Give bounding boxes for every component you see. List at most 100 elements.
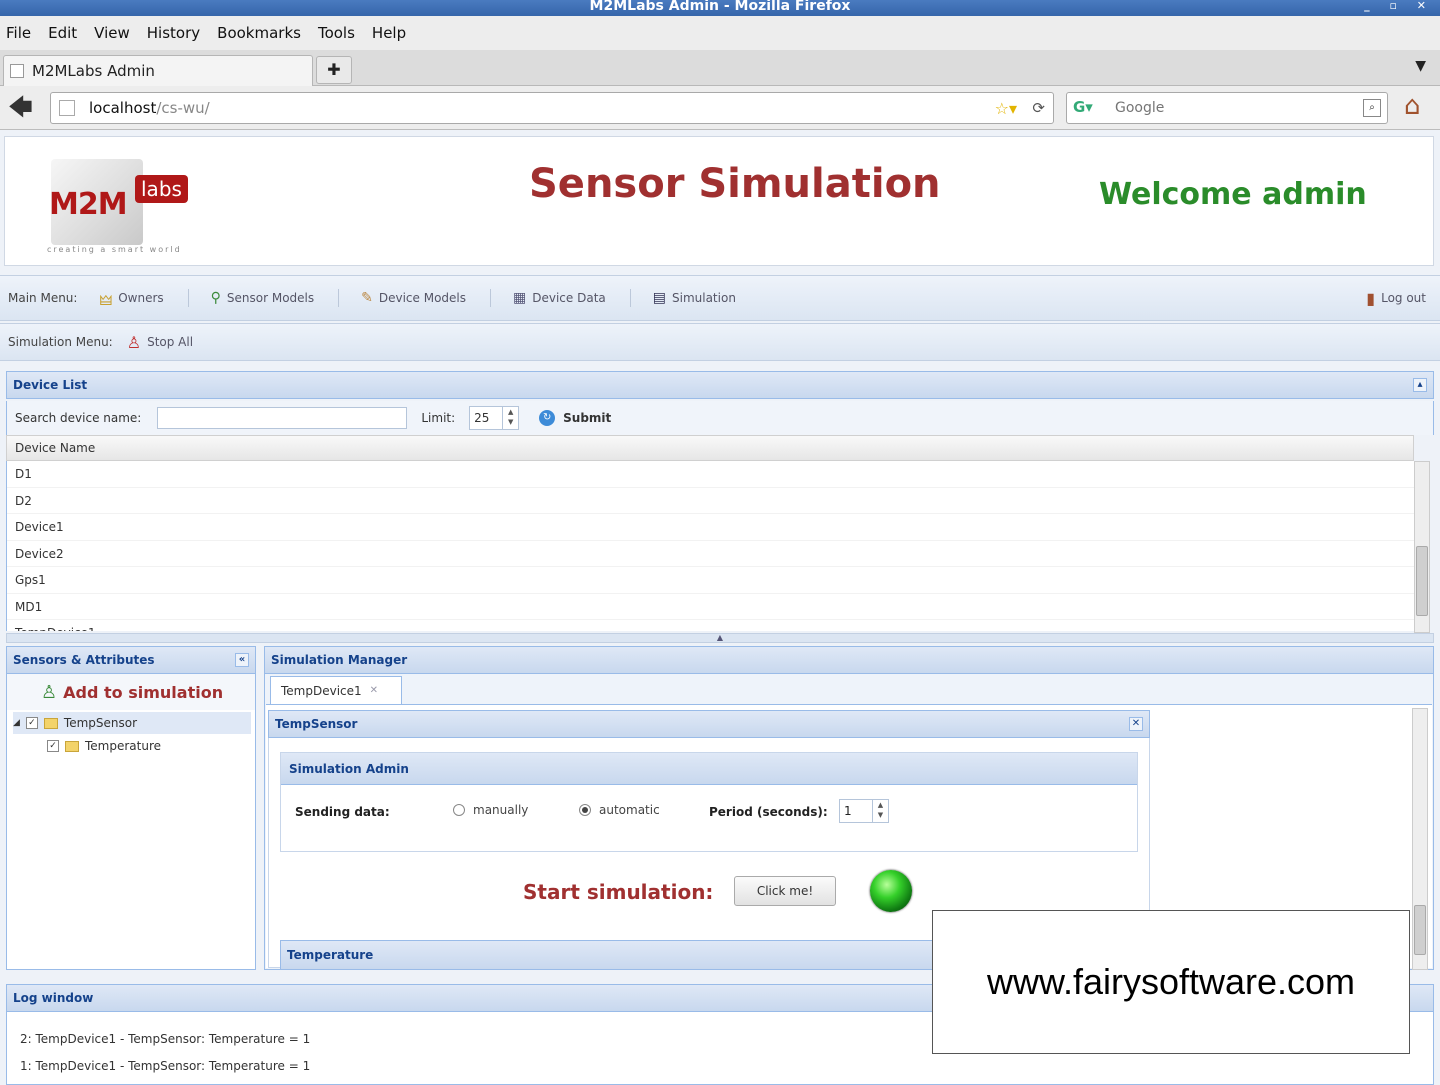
menu-help[interactable]: Help (372, 24, 406, 42)
reload-icon[interactable]: ⟳ (1032, 99, 1045, 117)
device-list-title: Device List (13, 378, 88, 392)
table-row[interactable]: TempDevice1 (7, 620, 1414, 631)
collapse-left-icon[interactable]: « (235, 653, 249, 667)
window-title: M2MLabs Admin - Mozilla Firefox (589, 0, 851, 14)
status-led-icon (870, 870, 912, 912)
table-row[interactable]: D1 (7, 461, 1414, 488)
bookmark-star-icon[interactable]: ☆▾ (995, 99, 1017, 118)
stepper-arrows-icon[interactable]: ▲ ▼ (502, 407, 518, 429)
tree-node-label: TempSensor (63, 716, 138, 730)
browser-tabbar: M2MLabs Admin ✚ ▼ (0, 50, 1440, 86)
sending-data-label: Sending data: (295, 805, 390, 819)
device-search-input[interactable] (157, 407, 408, 429)
radio-manually[interactable]: manually (453, 803, 528, 817)
split-handle[interactable]: ▲ (6, 633, 1434, 643)
device-search-toolbar: Search device name: Limit: 25 ▲ ▼ ↻ Submi… (6, 401, 1434, 435)
menu-simulation[interactable]: ▤ Simulation (653, 290, 736, 306)
window-controls[interactable]: _ ▫ ✕ (1364, 0, 1434, 12)
home-icon[interactable]: ⌂ (1404, 92, 1434, 122)
menu-view[interactable]: View (94, 24, 130, 42)
search-go-icon[interactable]: ⌕ (1363, 99, 1381, 117)
page-title: Sensor Simulation (529, 161, 941, 207)
logout-button[interactable]: ▮ Log out (1366, 276, 1426, 320)
sensors-panel-body: ♙ Add to simulation ◢ ✓ TempSensor ✓ Tem… (6, 674, 256, 970)
device-grid: D1 D2 Device1 Device2 Gps1 MD1 TempDevic… (6, 461, 1414, 631)
url-host: localhost (89, 99, 157, 117)
search-device-label: Search device name: (15, 411, 142, 425)
browser-navbar: 🡄 localhost /cs-wu/ ☆▾ ⟳ G▾ ⌕ ⌂ (0, 86, 1440, 130)
scrollbar-thumb[interactable] (1414, 905, 1426, 955)
tree-checkbox[interactable]: ✓ (25, 717, 38, 729)
simulation-scrollbar[interactable] (1412, 708, 1428, 970)
limit-stepper[interactable]: 25 ▲ ▼ (469, 406, 520, 430)
menu-edit[interactable]: Edit (48, 24, 77, 42)
welcome-text: Welcome admin (1099, 177, 1367, 212)
period-value: 1 (844, 804, 852, 818)
browser-tab[interactable]: M2MLabs Admin (3, 55, 313, 86)
search-engine-icon[interactable]: G▾ (1073, 98, 1097, 118)
device-grid-scrollbar[interactable] (1414, 461, 1430, 633)
m2mlabs-logo: M2M labs creating a smart world (43, 153, 203, 257)
period-stepper[interactable]: 1 ▲ ▼ (839, 799, 889, 823)
logout-icon: ▮ (1366, 288, 1376, 308)
sensor-icon: ⚲ (210, 290, 221, 306)
tree-checkbox[interactable]: ✓ (47, 740, 59, 752)
simulation-menu-label: Simulation Menu: (8, 335, 113, 349)
menu-owners[interactable]: 🜲 Owners (99, 284, 163, 313)
menu-device-data[interactable]: ▦ Device Data (513, 290, 606, 306)
stop-all-label: Stop All (147, 335, 194, 349)
device-model-icon: ✎ (361, 290, 373, 306)
stop-icon: ♙ (126, 332, 142, 352)
device-name-column-header[interactable]: Device Name (6, 435, 1414, 461)
tree-expand-icon[interactable]: ◢ (13, 718, 20, 728)
stepper-arrows-icon[interactable]: ▲ ▼ (872, 800, 888, 822)
folder-icon (65, 740, 79, 752)
table-row[interactable]: D2 (7, 488, 1414, 514)
simulation-menu-toolbar: Simulation Menu: ♙ Stop All (0, 323, 1440, 361)
main-menu-toolbar: Main Menu: 🜲 Owners ⚲ Sensor Models ✎ Devic… (0, 275, 1440, 321)
simulation-manager-title: Simulation Manager (271, 653, 408, 667)
stop-all-button[interactable]: ♙ Stop All (127, 333, 193, 352)
menu-sensor-models[interactable]: ⚲ Sensor Models (211, 290, 315, 306)
menu-device-models[interactable]: ✎ Device Models (361, 290, 466, 306)
tree-node-tempsensor[interactable]: ◢ ✓ TempSensor (13, 712, 251, 734)
submit-button[interactable]: ↻ Submit (539, 410, 611, 426)
table-row[interactable]: MD1 (7, 594, 1414, 620)
log-window-title: Log window (13, 991, 94, 1005)
radio-automatic-label: automatic (599, 803, 660, 817)
radio-button[interactable] (453, 804, 465, 816)
table-row[interactable]: Gps1 (7, 567, 1414, 594)
search-input[interactable] (1115, 100, 1355, 116)
back-arrow-icon[interactable]: 🡄 (8, 94, 36, 122)
tab-list-icon[interactable]: ▼ (1415, 58, 1426, 74)
start-simulation-button[interactable]: Click me! (734, 876, 836, 906)
close-icon[interactable]: ✕ (1129, 717, 1143, 731)
add-sensor-icon: ♙ (41, 681, 58, 703)
site-identity-icon[interactable] (59, 100, 75, 116)
simulation-icon: ▤ (652, 290, 666, 306)
search-bar[interactable]: G▾ ⌕ (1066, 92, 1388, 124)
device-list-header: Device List ▴ (6, 371, 1434, 399)
close-tab-icon[interactable]: ✕ (370, 685, 378, 696)
table-row[interactable]: Device1 (7, 514, 1414, 541)
tree-node-temperature[interactable]: ✓ Temperature (35, 735, 161, 757)
tab-tempdevice1[interactable]: TempDevice1 ✕ (270, 676, 402, 704)
menu-file[interactable]: File (6, 24, 31, 42)
simulation-admin-title: Simulation Admin (281, 753, 1137, 785)
radio-manually-label: manually (473, 803, 529, 817)
url-bar[interactable]: localhost /cs-wu/ ☆▾ ⟳ (50, 92, 1054, 124)
tempsensor-panel-header: TempSensor ✕ (268, 710, 1150, 738)
table-row[interactable]: Device2 (7, 541, 1414, 567)
menu-bookmarks[interactable]: Bookmarks (217, 24, 301, 42)
scrollbar-thumb[interactable] (1416, 546, 1428, 616)
menu-history[interactable]: History (147, 24, 200, 42)
radio-button-selected[interactable] (579, 804, 591, 816)
main-menu-label: Main Menu: (8, 291, 78, 305)
page-favicon-icon (10, 64, 24, 78)
menu-tools[interactable]: Tools (318, 24, 355, 42)
collapse-up-icon[interactable]: ▴ (1413, 378, 1427, 392)
new-tab-button[interactable]: ✚ (316, 56, 352, 84)
logo-badge: labs (135, 175, 188, 203)
add-to-simulation-button[interactable]: ♙ Add to simulation (7, 674, 255, 710)
radio-automatic[interactable]: automatic (579, 803, 660, 817)
